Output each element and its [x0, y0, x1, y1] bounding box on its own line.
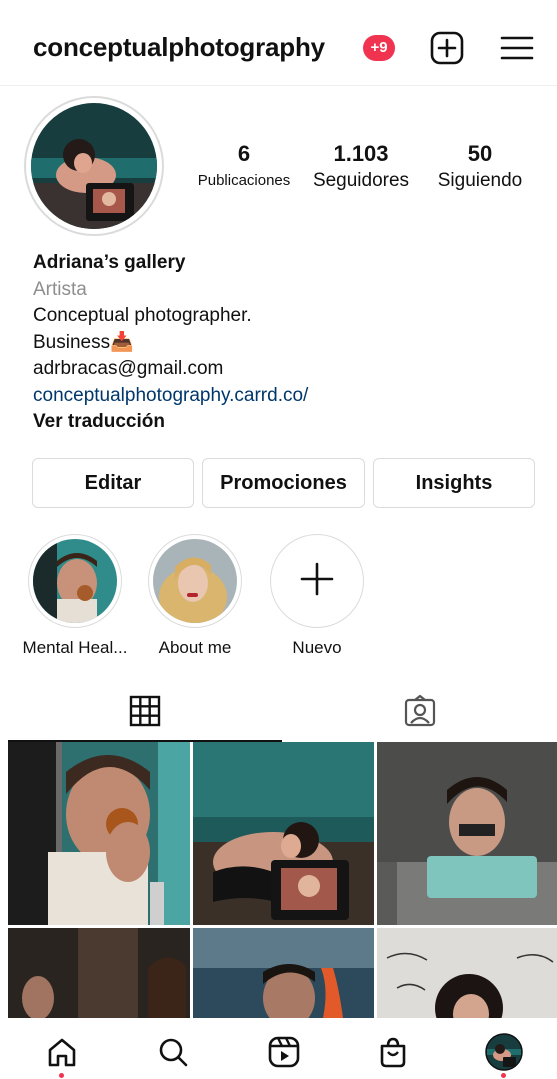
- bio-line: Conceptual photographer.: [33, 305, 252, 326]
- search-icon[interactable]: [153, 1032, 193, 1072]
- post-thumbnail[interactable]: [377, 742, 557, 925]
- posts-count-value: 6: [237, 141, 251, 166]
- insights-button[interactable]: Insights: [373, 458, 535, 508]
- post-thumbnail[interactable]: [8, 928, 190, 1018]
- post-thumbnail[interactable]: [377, 928, 557, 1018]
- bio-line: Business📥: [33, 331, 134, 353]
- highlight-about-me[interactable]: About me: [140, 534, 250, 658]
- shop-icon[interactable]: [373, 1032, 413, 1072]
- following-count[interactable]: 50 Siguiendo: [428, 140, 532, 194]
- highlight-cover: [153, 539, 237, 623]
- followers-count-label: Seguidores: [312, 170, 410, 191]
- posts-count-label: Publicaciones: [197, 172, 291, 189]
- following-count-label: Siguiendo: [437, 170, 523, 191]
- profile-display-name: Adriana’s gallery: [33, 252, 186, 273]
- bio-email: adrbracas@gmail.com: [33, 358, 224, 379]
- hamburger-menu-icon[interactable]: [499, 30, 535, 66]
- following-count-value: 50: [467, 141, 493, 166]
- post-thumbnail[interactable]: [8, 742, 190, 925]
- highlight-cover: [33, 539, 117, 623]
- top-header: conceptualphotography +9: [0, 0, 557, 86]
- bottom-navigation: [0, 1018, 557, 1079]
- profile-avatar[interactable]: [31, 103, 157, 229]
- promotions-button[interactable]: Promociones: [202, 458, 365, 508]
- profile-notification-dot: [501, 1073, 506, 1078]
- tab-tagged[interactable]: [282, 684, 557, 742]
- bio-link[interactable]: conceptualphotography.carrd.co/: [33, 383, 533, 410]
- posts-grid: [8, 742, 557, 1018]
- highlight-label: Mental Heal...: [22, 638, 128, 657]
- profile-avatar-tab[interactable]: [484, 1032, 524, 1072]
- new-highlight-ring: [270, 534, 364, 628]
- post-thumbnail[interactable]: [193, 928, 374, 1018]
- highlight-mental-health[interactable]: Mental Heal...: [20, 534, 130, 658]
- tagged-person-icon: [403, 694, 437, 733]
- followers-count-value: 1.103: [333, 141, 389, 166]
- followers-count[interactable]: 1.103 Seguidores: [306, 140, 416, 194]
- home-icon[interactable]: [42, 1032, 82, 1072]
- highlight-new[interactable]: Nuevo: [262, 534, 372, 658]
- home-notification-dot: [59, 1073, 64, 1078]
- posts-count[interactable]: 6 Publicaciones: [192, 140, 296, 194]
- see-translation-link[interactable]: Ver traducción: [33, 409, 533, 436]
- tab-grid[interactable]: [8, 684, 282, 742]
- grid-icon: [129, 695, 161, 732]
- profile-category: Artista: [33, 278, 87, 300]
- highlight-ring: [148, 534, 242, 628]
- profile-avatar-ring[interactable]: [24, 96, 164, 236]
- profile-bio: Adriana’s gallery Artista Conceptual pho…: [33, 250, 533, 436]
- reels-icon[interactable]: [264, 1032, 304, 1072]
- plus-icon: [300, 562, 334, 601]
- plus-square-icon[interactable]: [429, 30, 465, 66]
- profile-tabs: [0, 684, 557, 742]
- highlight-label: About me: [158, 638, 232, 657]
- profile-username[interactable]: conceptualphotography: [33, 32, 325, 63]
- notification-badge[interactable]: +9: [363, 35, 395, 61]
- highlight-ring: [28, 534, 122, 628]
- highlight-label: Nuevo: [292, 638, 342, 657]
- post-thumbnail[interactable]: [193, 742, 374, 925]
- edit-profile-button[interactable]: Editar: [32, 458, 194, 508]
